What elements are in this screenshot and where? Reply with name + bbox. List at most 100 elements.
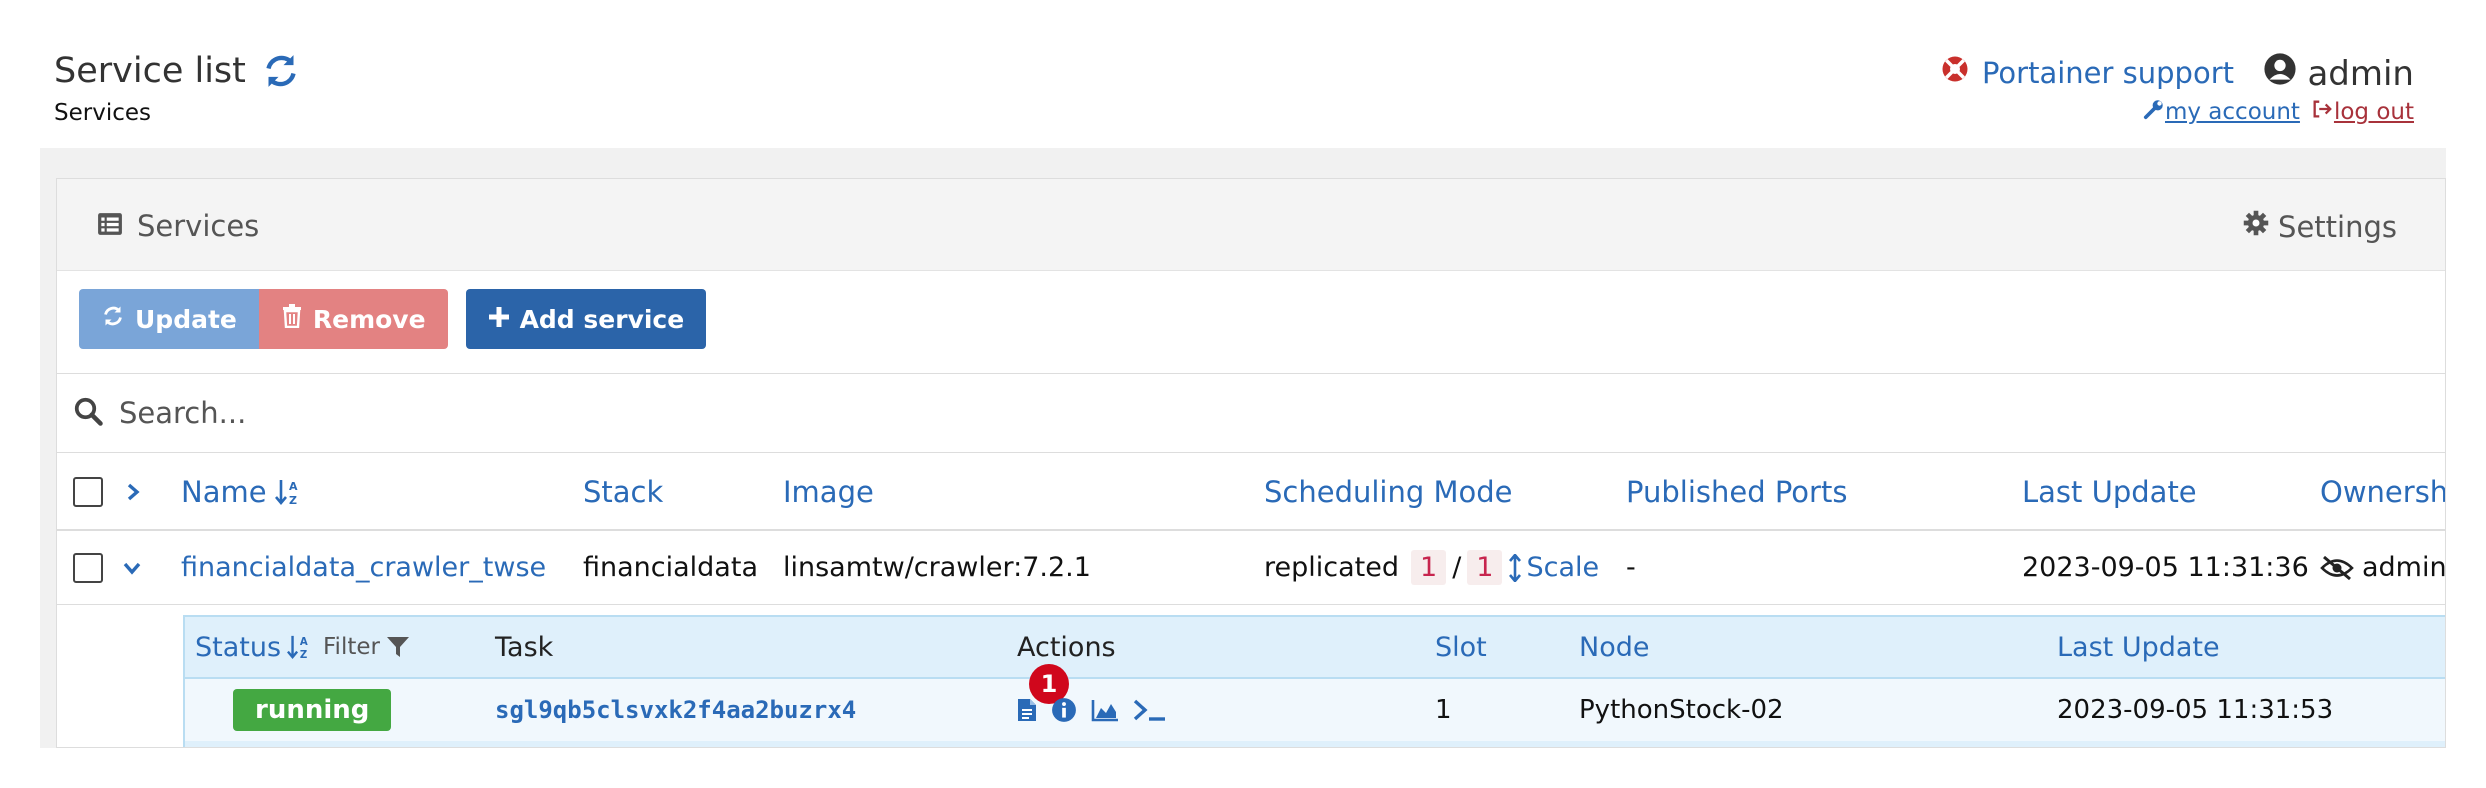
page-title-text: Service list (54, 51, 246, 91)
column-scheduling-label: Scheduling Mode (1264, 475, 1513, 509)
username: admin (2307, 53, 2414, 94)
filter-icon (386, 637, 409, 657)
ownership-text: administrators (2362, 552, 2446, 583)
service-stack: financialdata (583, 552, 758, 583)
add-service-button[interactable]: Add service (465, 289, 707, 349)
sort-alpha-icon: AZ (287, 635, 308, 660)
status-filter[interactable]: Filter (323, 617, 410, 677)
column-header-last-update[interactable]: Last Update (2022, 455, 2197, 529)
search-bar (57, 373, 2445, 453)
eye-slash-icon (2320, 555, 2354, 580)
desired-count: 1 (1467, 550, 1503, 585)
search-input[interactable] (119, 396, 1519, 430)
trash-icon (281, 304, 303, 334)
user-menu: admin (2263, 52, 2414, 95)
column-header-stack[interactable]: Stack (583, 455, 663, 529)
table-header: Name AZ Stack Image Scheduling Mode Publ… (57, 455, 2445, 531)
task-logs-action[interactable]: 1 (1017, 664, 1069, 722)
remove-label: Remove (312, 304, 426, 334)
page-header: Service list Services Portainer support … (40, 40, 2446, 148)
remove-button[interactable]: Remove (258, 289, 448, 349)
tasks-header: Status AZ Filter Task Actions Slot Node … (185, 617, 2445, 677)
task-id-link[interactable]: sgl9qb5clsvxk2f4aa2buzrx4 (495, 679, 856, 741)
tasks-actions-header: Actions (1017, 631, 1116, 663)
column-header-name[interactable]: Name AZ (181, 455, 301, 529)
task-actions: 1 (1017, 664, 1181, 741)
scale-button[interactable]: Scale (1508, 552, 1599, 583)
service-last-update: 2023-09-05 11:31:36 (2022, 552, 2309, 583)
task-status: running (233, 679, 392, 741)
portainer-support-label: Portainer support (1981, 55, 2234, 90)
task-console-action[interactable] (1133, 698, 1167, 722)
tasks-task-header: Task (495, 631, 554, 663)
sign-out-icon (2310, 98, 2334, 126)
update-button[interactable]: Update (79, 289, 259, 349)
add-service-label: Add service (519, 304, 685, 334)
running-count: 1 (1411, 550, 1447, 585)
task-inspect-action[interactable] (1051, 697, 1077, 723)
svg-text:Z: Z (289, 494, 297, 506)
services-widget: Services Settings Update Remove Add serv… (56, 178, 2446, 748)
update-label: Update (135, 304, 237, 334)
select-all-checkbox[interactable] (73, 477, 103, 507)
info-circle-icon (1052, 698, 1076, 722)
select-all-cell (73, 455, 103, 529)
file-text-icon (1018, 699, 1036, 721)
actions-bar: Update Remove Add service (79, 289, 707, 349)
terminal-icon (1133, 699, 1165, 721)
logout-link[interactable]: log out (2310, 98, 2414, 126)
published-ports: - (1626, 552, 1636, 583)
chevron-down-icon (123, 562, 141, 575)
tasks-subtable: Status AZ Filter Task Actions Slot Node … (183, 615, 2445, 747)
chevron-right-icon (127, 483, 140, 501)
task-slot: 1 (1435, 695, 1452, 725)
tasks-status-label: Status (195, 631, 282, 663)
column-header-ports[interactable]: Published Ports (1626, 455, 1847, 529)
column-ownership-label: Ownership (2320, 475, 2445, 509)
search-icon (73, 396, 103, 430)
scheduling-mode-text: replicated (1264, 552, 1399, 583)
widget-title-text: Services (137, 209, 260, 243)
column-image-label: Image (783, 475, 874, 509)
gear-icon (2242, 209, 2270, 244)
filter-label: Filter (323, 634, 380, 660)
tasks-last-update-header[interactable]: Last Update (2057, 617, 2220, 677)
page-title: Service list (54, 50, 302, 92)
tasks-slot-header[interactable]: Slot (1435, 617, 1487, 677)
refresh-icon[interactable] (260, 50, 302, 92)
logout-label: log out (2333, 99, 2414, 125)
replica-separator: / (1452, 552, 1462, 583)
svg-text:A: A (289, 480, 298, 493)
sync-icon (101, 304, 125, 334)
row-select-cell (73, 531, 103, 604)
service-image: linsamtw/crawler:7.2.1 (783, 552, 1091, 583)
column-header-ownership[interactable]: Ownership (2320, 455, 2445, 529)
tasks-node-header[interactable]: Node (1579, 617, 1649, 677)
row-expand-toggle[interactable] (121, 531, 143, 604)
svg-text:A: A (300, 637, 308, 648)
page-container: Service list Services Portainer support … (40, 40, 2446, 748)
task-stats-action[interactable] (1091, 698, 1119, 722)
my-account-label: my account (2164, 99, 2300, 125)
tasks-status-header[interactable]: Status AZ (195, 617, 311, 677)
life-ring-icon (1940, 54, 1970, 91)
svg-text:Z: Z (300, 650, 307, 660)
service-name-link[interactable]: financialdata_crawler_twse (181, 531, 546, 604)
widget-title: Services (97, 209, 259, 243)
expand-all-toggle[interactable] (123, 455, 143, 529)
column-ports-label: Published Ports (1626, 475, 1848, 509)
my-account-link[interactable]: my account (2143, 98, 2300, 126)
portainer-support-link[interactable]: Portainer support (1940, 54, 2234, 91)
column-last-update-label: Last Update (2022, 475, 2197, 509)
widget-header: Services Settings (57, 179, 2445, 271)
row-checkbox[interactable] (73, 552, 103, 583)
area-chart-icon (1091, 700, 1118, 722)
column-name-label: Name (181, 475, 267, 509)
settings-button[interactable]: Settings (2242, 209, 2397, 244)
column-header-scheduling[interactable]: Scheduling Mode (1264, 455, 1513, 529)
table-row[interactable]: financialdata_crawler_twse financialdata… (57, 531, 2445, 605)
plus-icon (488, 305, 510, 334)
account-links: my account log out (2143, 98, 2414, 126)
column-header-image[interactable]: Image (783, 455, 874, 529)
arrows-vertical-icon (1509, 553, 1522, 582)
